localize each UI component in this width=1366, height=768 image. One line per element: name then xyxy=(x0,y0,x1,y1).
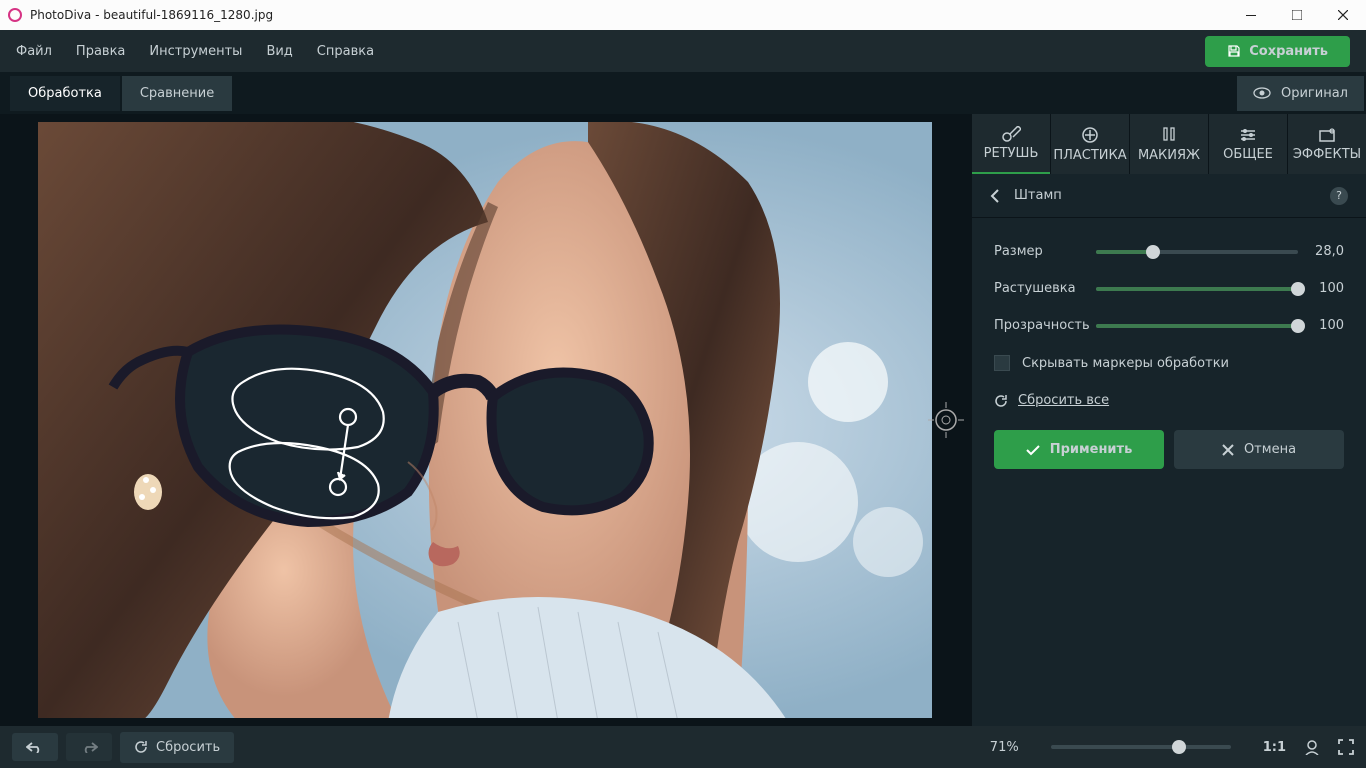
menu-edit[interactable]: Правка xyxy=(76,44,125,59)
check-icon xyxy=(1026,444,1040,456)
effects-icon xyxy=(1318,127,1336,143)
tab-compare[interactable]: Сравнение xyxy=(122,76,232,111)
save-button[interactable]: Сохранить xyxy=(1205,36,1350,67)
brush-cursor xyxy=(928,402,964,438)
size-label: Размер xyxy=(994,244,1084,259)
tab-process[interactable]: Обработка xyxy=(10,76,120,111)
cancel-button[interactable]: Отмена xyxy=(1174,430,1344,469)
ratio-button[interactable]: 1:1 xyxy=(1263,740,1286,755)
opacity-value: 100 xyxy=(1310,318,1344,333)
minimize-button[interactable] xyxy=(1228,0,1274,30)
apply-label: Применить xyxy=(1050,442,1133,457)
reset-all-label: Сбросить все xyxy=(1018,393,1109,408)
tab-makeup[interactable]: МАКИЯЖ xyxy=(1129,114,1208,174)
tool-title: Штамп xyxy=(1014,188,1062,203)
plastic-icon xyxy=(1081,126,1099,144)
right-panel: РЕТУШЬ ПЛАСТИКА МАКИЯЖ ОБЩЕЕ ЭФФЕКТЫ Шта… xyxy=(970,114,1366,726)
window-title: PhotoDiva - beautiful-1869116_1280.jpg xyxy=(30,8,273,22)
menu-view[interactable]: Вид xyxy=(266,44,292,59)
checkbox-box xyxy=(994,355,1010,371)
tab-plastic[interactable]: ПЛАСТИКА xyxy=(1050,114,1129,174)
fullscreen-button[interactable] xyxy=(1338,739,1354,755)
tab-plastic-label: ПЛАСТИКА xyxy=(1053,148,1126,163)
hide-markers-checkbox[interactable]: Скрывать маркеры обработки xyxy=(994,355,1344,371)
redo-button[interactable] xyxy=(66,733,112,761)
tab-general[interactable]: ОБЩЕЕ xyxy=(1208,114,1287,174)
zoom-slider[interactable] xyxy=(1051,745,1231,749)
tab-effects-label: ЭФФЕКТЫ xyxy=(1293,147,1361,162)
close-button[interactable] xyxy=(1320,0,1366,30)
save-icon xyxy=(1227,44,1241,58)
app-logo xyxy=(8,8,22,22)
opacity-label: Прозрачность xyxy=(994,318,1084,333)
bottombar: Сбросить 71% 1:1 xyxy=(0,726,1366,768)
help-button[interactable]: ? xyxy=(1330,187,1348,205)
slider-feather: Растушевка 100 xyxy=(994,281,1344,296)
retouch-icon xyxy=(1001,126,1021,142)
menubar: Файл Правка Инструменты Вид Справка Сохр… xyxy=(0,30,1366,72)
reset-icon xyxy=(134,740,148,754)
face-button[interactable] xyxy=(1304,739,1320,755)
feather-slider[interactable] xyxy=(1096,287,1298,291)
makeup-icon xyxy=(1160,126,1178,144)
tab-makeup-label: МАКИЯЖ xyxy=(1138,148,1200,163)
cancel-label: Отмена xyxy=(1244,442,1296,457)
reset-all-link[interactable]: Сбросить все xyxy=(994,393,1344,408)
tab-effects[interactable]: ЭФФЕКТЫ xyxy=(1287,114,1366,174)
menu-file[interactable]: Файл xyxy=(16,44,52,59)
slider-size: Размер 28,0 xyxy=(994,244,1344,259)
zoom-value: 71% xyxy=(990,740,1019,755)
apply-button[interactable]: Применить xyxy=(994,430,1164,469)
save-label: Сохранить xyxy=(1249,44,1328,59)
tab-general-label: ОБЩЕЕ xyxy=(1223,147,1273,162)
close-icon xyxy=(1222,444,1234,456)
size-slider[interactable] xyxy=(1096,250,1298,254)
reset-icon xyxy=(994,394,1008,408)
canvas-area[interactable] xyxy=(0,114,970,726)
maximize-button[interactable] xyxy=(1274,0,1320,30)
reset-button[interactable]: Сбросить xyxy=(120,732,234,763)
menu-tools[interactable]: Инструменты xyxy=(149,44,242,59)
original-button[interactable]: Оригинал xyxy=(1237,76,1364,111)
menu-help[interactable]: Справка xyxy=(317,44,374,59)
eye-icon xyxy=(1253,87,1271,99)
back-button[interactable] xyxy=(990,188,1000,204)
feather-label: Растушевка xyxy=(994,281,1084,296)
original-label: Оригинал xyxy=(1281,86,1348,101)
photo[interactable] xyxy=(38,122,932,718)
opacity-slider[interactable] xyxy=(1096,324,1298,328)
titlebar: PhotoDiva - beautiful-1869116_1280.jpg xyxy=(0,0,1366,30)
hide-markers-label: Скрывать маркеры обработки xyxy=(1022,356,1229,371)
feather-value: 100 xyxy=(1310,281,1344,296)
toolbar: Обработка Сравнение Оригинал xyxy=(0,72,1366,114)
slider-opacity: Прозрачность 100 xyxy=(994,318,1344,333)
size-value: 28,0 xyxy=(1310,244,1344,259)
general-icon xyxy=(1239,127,1257,143)
undo-button[interactable] xyxy=(12,733,58,761)
tab-retouch[interactable]: РЕТУШЬ xyxy=(972,114,1050,174)
tab-retouch-label: РЕТУШЬ xyxy=(984,146,1039,161)
reset-label: Сбросить xyxy=(156,740,220,755)
